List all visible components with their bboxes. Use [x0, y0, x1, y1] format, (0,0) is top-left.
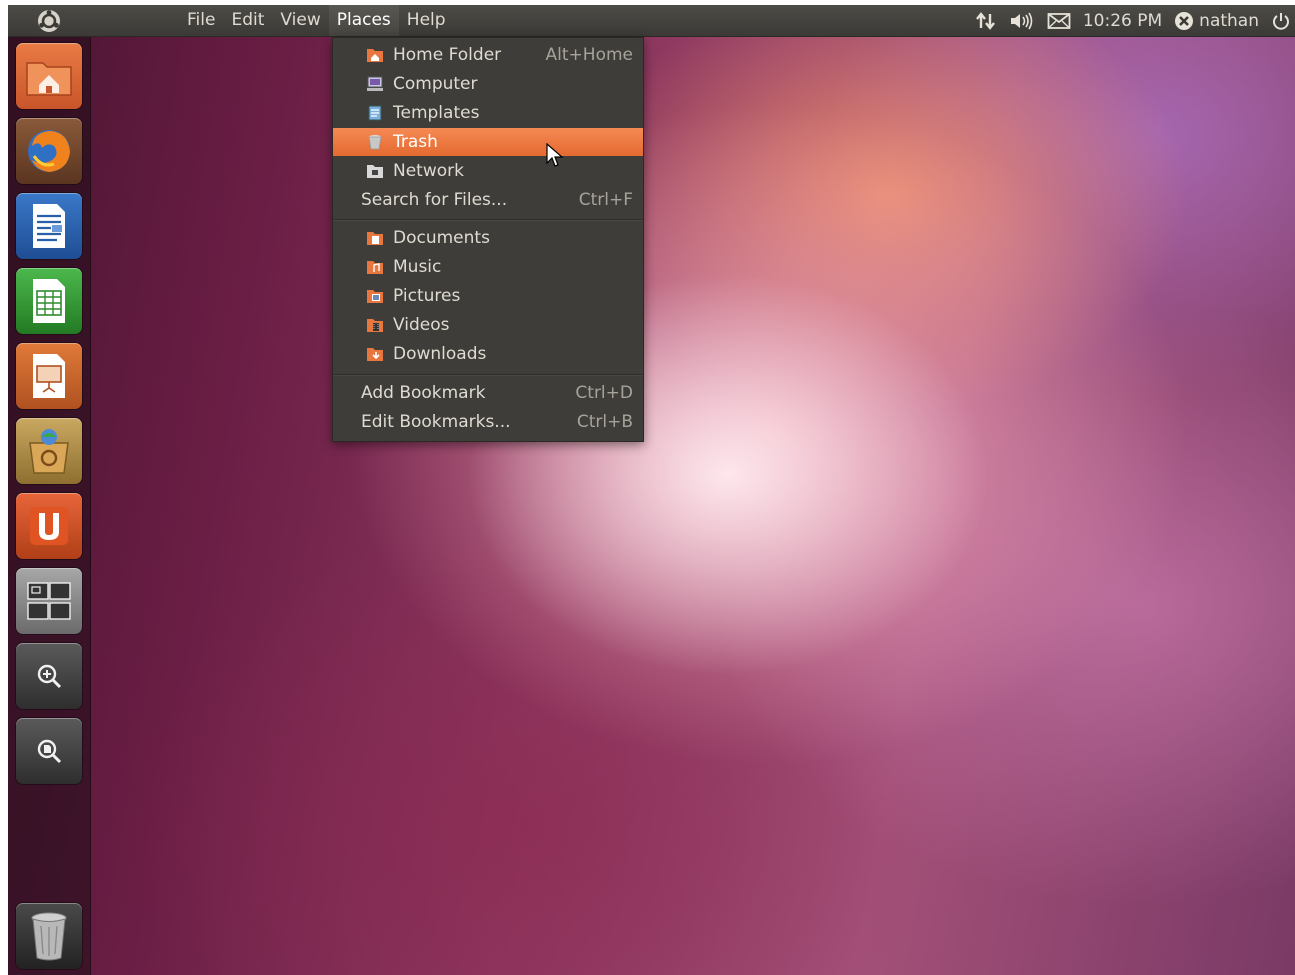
menu-item-add-bookmark[interactable]: Add Bookmark Ctrl+D: [333, 379, 643, 407]
zoom-in-search-icon: [37, 664, 62, 689]
templates-icon: [368, 105, 382, 121]
menu-item-search-for-files[interactable]: Search for Files... Ctrl+F: [333, 186, 643, 214]
documents-folder-icon: [367, 232, 383, 245]
launcher-trash[interactable]: [16, 903, 82, 969]
launcher: [8, 37, 91, 975]
computer-icon: [367, 76, 383, 91]
user-indicator[interactable]: nathan: [1174, 11, 1259, 31]
launcher-workspace-switcher[interactable]: [16, 568, 82, 634]
menu-file[interactable]: File: [179, 5, 223, 36]
network-updown-icon: [975, 11, 995, 30]
menu-item-documents[interactable]: Documents: [333, 224, 643, 252]
impress-presentation-icon: [33, 354, 65, 398]
menu-item-label: Music: [393, 257, 442, 277]
menu-item-videos[interactable]: Videos: [333, 311, 643, 339]
menu-item-label: Search for Files...: [361, 190, 508, 210]
session-indicator[interactable]: [1271, 11, 1291, 31]
menu-item-label: Add Bookmark: [361, 383, 486, 403]
menu-item-shortcut: Ctrl+F: [578, 190, 633, 210]
power-icon: [1273, 12, 1289, 30]
menu-item-label: Videos: [393, 315, 450, 335]
menu-view[interactable]: View: [272, 5, 328, 36]
launcher-firefox[interactable]: [16, 118, 82, 184]
menu-item-label: Documents: [393, 228, 490, 248]
dash-button[interactable]: [8, 5, 90, 36]
menu-item-shortcut: Ctrl+B: [576, 412, 633, 432]
network-icon: [367, 165, 383, 178]
launcher-search-applications[interactable]: [16, 643, 82, 709]
launcher-impress[interactable]: [16, 343, 82, 409]
launcher-ubuntu-one[interactable]: [16, 493, 82, 559]
desktop: File Edit View Places Help 10:26 PM nath…: [8, 5, 1295, 975]
places-menu: Home Folder Alt+Home Computer Templates …: [332, 37, 644, 442]
menu-item-downloads[interactable]: Downloads: [333, 340, 643, 368]
writer-document-icon: [33, 204, 65, 248]
menu-help[interactable]: Help: [399, 5, 454, 36]
launcher-writer[interactable]: [16, 193, 82, 259]
network-indicator[interactable]: [975, 11, 997, 31]
menu-item-home-folder[interactable]: Home Folder Alt+Home: [333, 41, 643, 69]
menu-item-label: Trash: [393, 132, 438, 152]
menu-edit[interactable]: Edit: [223, 5, 272, 36]
file-search-icon: [37, 739, 62, 764]
menu-places[interactable]: Places: [328, 5, 399, 36]
menu-separator: [333, 374, 643, 376]
menu-item-label: Home Folder: [393, 45, 502, 65]
menu-item-label: Network: [393, 161, 464, 181]
trash-can-icon: [31, 912, 67, 961]
clock-indicator[interactable]: 10:26 PM: [1083, 11, 1162, 31]
sound-indicator[interactable]: [1009, 11, 1035, 31]
menu-item-edit-bookmarks[interactable]: Edit Bookmarks... Ctrl+B: [333, 408, 643, 436]
trash-icon: [368, 135, 382, 150]
menu-item-network[interactable]: Network: [333, 157, 643, 185]
menu-item-music[interactable]: Music: [333, 253, 643, 281]
menu-item-trash[interactable]: Trash: [333, 128, 643, 156]
launcher-calc[interactable]: [16, 268, 82, 334]
firefox-icon: [28, 130, 70, 172]
menu-item-templates[interactable]: Templates: [333, 99, 643, 127]
music-folder-icon: [367, 261, 383, 274]
menu-item-pictures[interactable]: Pictures: [333, 282, 643, 310]
home-folder-icon: [26, 62, 72, 96]
top-panel: File Edit View Places Help 10:26 PM nath…: [8, 5, 1295, 37]
user-name: nathan: [1199, 10, 1259, 31]
menu-item-shortcut: Alt+Home: [545, 45, 633, 65]
menu-item-label: Pictures: [393, 286, 461, 306]
menu-item-label: Templates: [393, 103, 480, 123]
launcher-search-files[interactable]: [16, 718, 82, 784]
menu-item-computer[interactable]: Computer: [333, 70, 643, 98]
messaging-indicator[interactable]: [1047, 12, 1071, 30]
pictures-folder-icon: [367, 290, 383, 303]
envelope-icon: [1047, 12, 1071, 29]
workspace-switcher-icon: [27, 582, 71, 620]
indicator-area: 10:26 PM nathan: [975, 5, 1295, 36]
menu-item-shortcut: Ctrl+D: [575, 383, 633, 403]
mouse-pointer-icon: [546, 143, 564, 167]
menu-item-label: Computer: [393, 74, 478, 94]
volume-icon: [1010, 12, 1033, 29]
calc-spreadsheet-icon: [33, 279, 65, 323]
user-status-icon: [1175, 11, 1194, 30]
menubar: File Edit View Places Help: [179, 5, 454, 36]
downloads-folder-icon: [367, 348, 383, 361]
videos-folder-icon: [367, 319, 383, 332]
menu-item-label: Edit Bookmarks...: [361, 412, 511, 432]
launcher-software-center[interactable]: [16, 418, 82, 484]
menu-separator: [333, 219, 643, 221]
ubuntu-logo-icon: [38, 9, 60, 32]
menu-item-label: Downloads: [393, 344, 487, 364]
software-center-bag-icon: [29, 429, 69, 474]
home-folder-icon: [367, 49, 383, 62]
ubuntu-one-icon: [30, 507, 68, 545]
launcher-home-folder[interactable]: [16, 43, 82, 109]
